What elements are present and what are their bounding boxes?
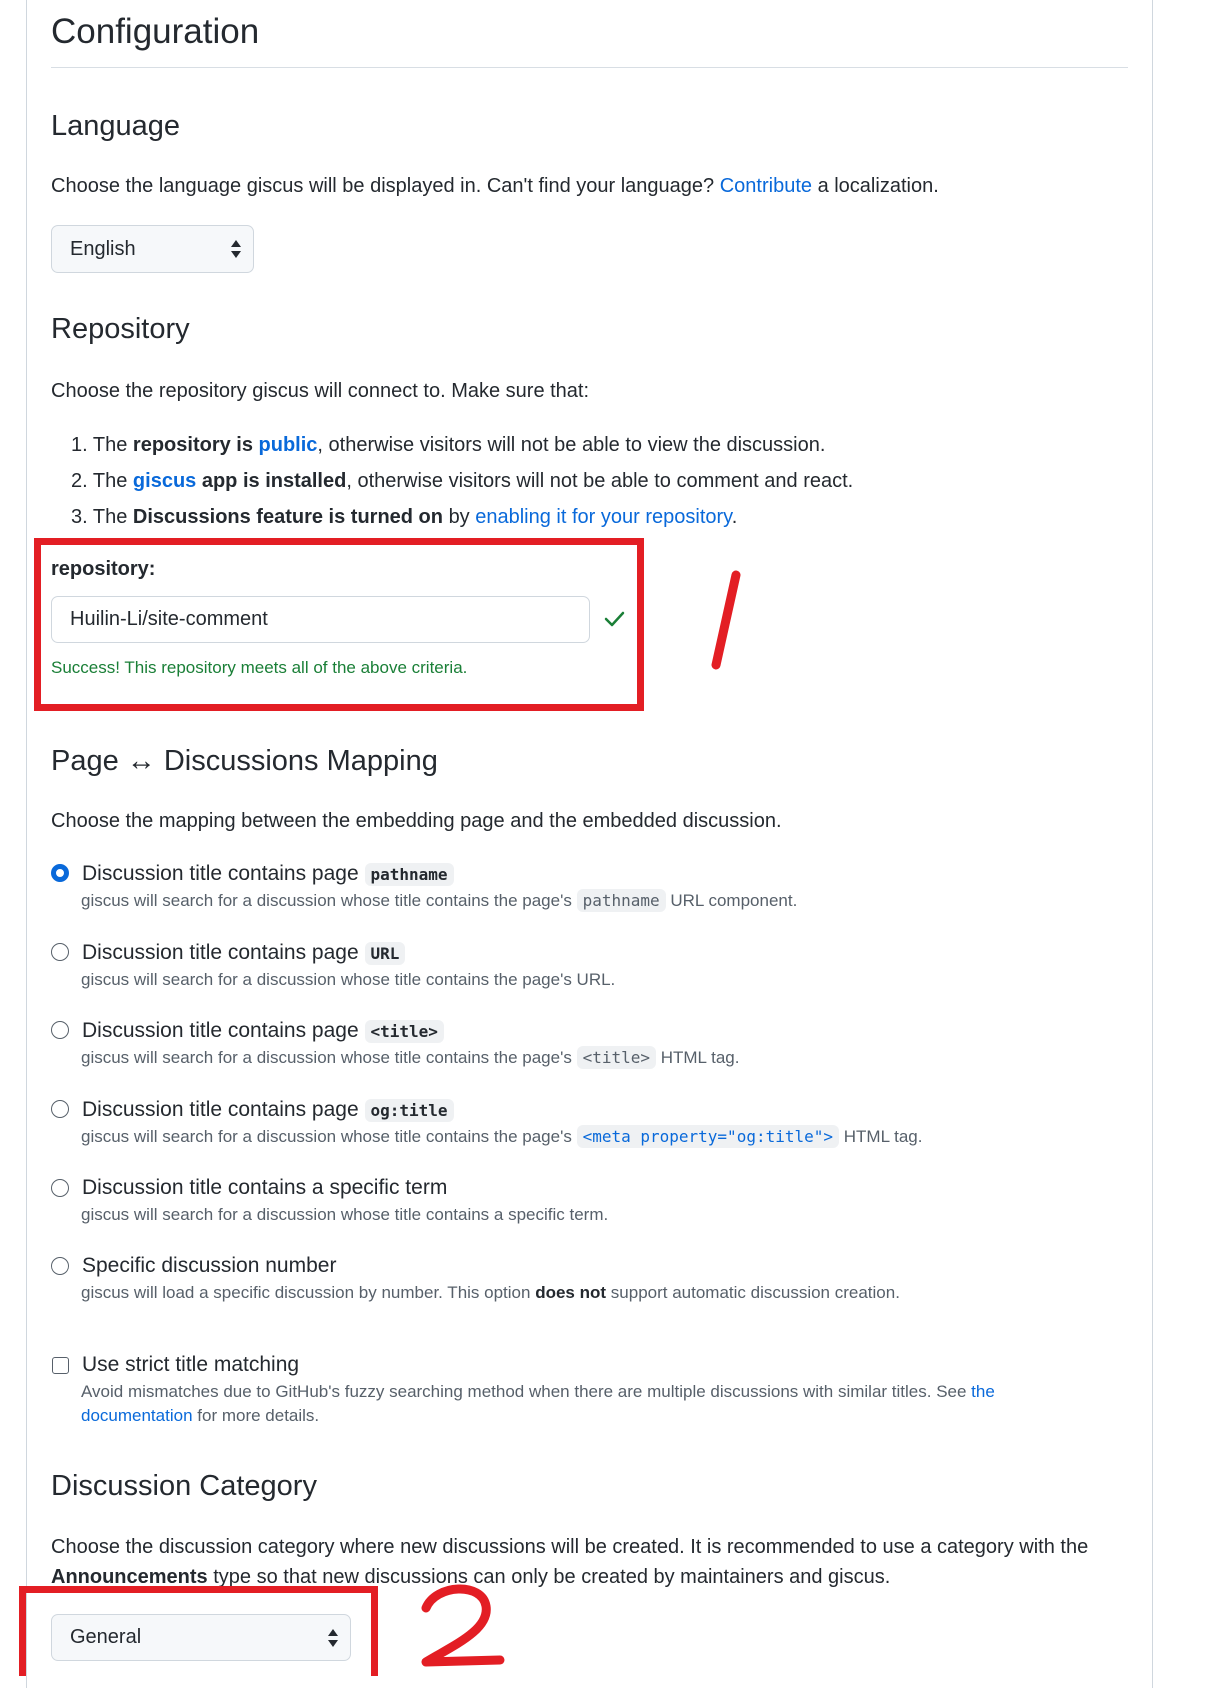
language-heading: Language [51, 110, 181, 142]
repository-intro: Choose the repository giscus will connec… [51, 380, 590, 402]
option-desc-text: giscus will search for a discussion whos… [81, 891, 572, 910]
strict-desc-text: for more details. [197, 1406, 320, 1425]
annotation-mark-1 [711, 570, 741, 670]
option-desc-text: giscus will search for a discussion whos… [81, 1048, 572, 1067]
criteria-rest: , otherwise visitors will not be able to… [317, 434, 826, 456]
mapping-option-discussion-number-label[interactable]: Specific discussion number [82, 1254, 336, 1278]
mapping-radio-specific-term[interactable] [51, 1179, 69, 1197]
repository-heading: Repository [51, 313, 190, 345]
strict-desc-text: Avoid mismatches due to GitHub's fuzzy s… [81, 1382, 967, 1401]
criteria-item-3: 3. The Discussions feature is turned on … [71, 506, 737, 529]
option-desc-text: giscus will load a specific discussion b… [81, 1283, 531, 1302]
option-desc-code: <meta property="og:title"> [576, 1125, 840, 1148]
criteria-bold: app is installed [201, 470, 347, 492]
documentation-link[interactable]: documentation [81, 1406, 193, 1425]
mapping-intro: Choose the mapping between the embedding… [51, 810, 782, 832]
title-divider [51, 67, 1128, 68]
option-code: <title> [364, 1020, 444, 1043]
mapping-option-url-label[interactable]: Discussion title contains page URL [82, 941, 406, 965]
language-select-value: English [70, 237, 136, 260]
annotation-box-category [19, 1586, 378, 1676]
criteria-num: 3. [71, 506, 88, 528]
mapping-option-og-title-label[interactable]: Discussion title contains page og:title [82, 1098, 454, 1122]
mapping-option-og-title-desc: giscus will search for a discussion whos… [81, 1125, 923, 1148]
option-label-text: Discussion title contains page [82, 1098, 359, 1121]
mapping-option-pathname-label[interactable]: Discussion title contains page pathname [82, 862, 454, 886]
contribute-link[interactable]: Contribute [720, 175, 812, 197]
category-heading: Discussion Category [51, 1470, 317, 1502]
criteria-item-1: 1. The repository is public, otherwise v… [71, 434, 825, 457]
criteria-text: The [92, 434, 128, 456]
language-desc-after: a localization. [817, 175, 939, 197]
option-desc-text: giscus will search for a discussion whos… [81, 1127, 572, 1146]
mapping-radio-title[interactable] [51, 1021, 69, 1039]
mapping-option-url-desc: giscus will search for a discussion whos… [81, 970, 616, 989]
strict-title-matching-desc-line1: Avoid mismatches due to GitHub's fuzzy s… [81, 1382, 995, 1402]
category-desc-text: type so that new discussions can only be… [213, 1566, 891, 1588]
criteria-num: 2. [71, 470, 88, 492]
option-desc-text: support automatic discussion creation. [610, 1283, 900, 1302]
option-code: pathname [364, 863, 454, 886]
mapping-option-specific-term-label[interactable]: Discussion title contains a specific ter… [82, 1176, 447, 1200]
option-label-text: Discussion title contains page [82, 862, 359, 885]
strict-title-matching-checkbox[interactable] [52, 1357, 69, 1374]
criteria-num: 1. [71, 434, 88, 456]
mapping-radio-discussion-number[interactable] [51, 1257, 69, 1275]
annotation-box-repository [34, 538, 644, 711]
option-code: og:title [364, 1099, 454, 1122]
language-desc-before: Choose the language giscus will be displ… [51, 175, 715, 197]
criteria-text: The [92, 470, 128, 492]
criteria-rest: . [731, 506, 738, 528]
criteria-bold: repository is [132, 434, 253, 456]
mapping-radio-url[interactable] [51, 943, 69, 961]
criteria-text: by [448, 506, 470, 528]
option-desc-text: HTML tag. [843, 1127, 923, 1146]
mapping-option-specific-term-desc: giscus will search for a discussion whos… [81, 1205, 609, 1224]
strict-title-matching-desc-line2: documentation for more details. [81, 1406, 319, 1426]
public-link[interactable]: public [259, 434, 318, 456]
giscus-app-link[interactable]: giscus [133, 470, 196, 492]
mapping-radio-pathname[interactable] [51, 864, 69, 882]
mapping-option-pathname-desc: giscus will search for a discussion whos… [81, 889, 798, 912]
mapping-radio-og-title[interactable] [51, 1100, 69, 1118]
criteria-bold: Discussions feature is turned on [132, 506, 443, 528]
option-label-text: Discussion title contains page [82, 941, 359, 964]
annotation-mark-2 [421, 1584, 505, 1667]
mapping-heading: Page ↔ Discussions Mapping [51, 745, 438, 777]
criteria-text: The [92, 506, 128, 528]
option-desc-code: pathname [576, 889, 666, 912]
mapping-option-title-desc: giscus will search for a discussion whos… [81, 1046, 740, 1069]
criteria-rest: , otherwise visitors will not be able to… [346, 470, 854, 492]
select-arrows-icon [231, 240, 241, 258]
option-label-text: Discussion title contains page [82, 1019, 359, 1042]
enable-discussions-link[interactable]: enabling it for your repository [475, 506, 731, 528]
option-desc-bold: does not [535, 1283, 607, 1302]
documentation-link[interactable]: the [971, 1382, 995, 1401]
mapping-option-title-label[interactable]: Discussion title contains page <title> [82, 1019, 444, 1043]
option-desc-text: HTML tag. [660, 1048, 740, 1067]
option-desc-text: URL component. [670, 891, 798, 910]
announcements-bold: Announcements [51, 1566, 208, 1588]
option-code: URL [364, 942, 406, 965]
language-description: Choose the language giscus will be displ… [51, 175, 939, 198]
language-select[interactable]: English [51, 225, 254, 273]
option-desc-code: <title> [576, 1046, 656, 1069]
mapping-option-discussion-number-desc: giscus will load a specific discussion b… [81, 1283, 900, 1303]
criteria-item-2: 2. The giscus app is installed, otherwis… [71, 470, 853, 493]
page-title: Configuration [51, 12, 260, 51]
category-description-line1: Choose the discussion category where new… [51, 1536, 1089, 1558]
strict-title-matching-label[interactable]: Use strict title matching [82, 1353, 299, 1377]
